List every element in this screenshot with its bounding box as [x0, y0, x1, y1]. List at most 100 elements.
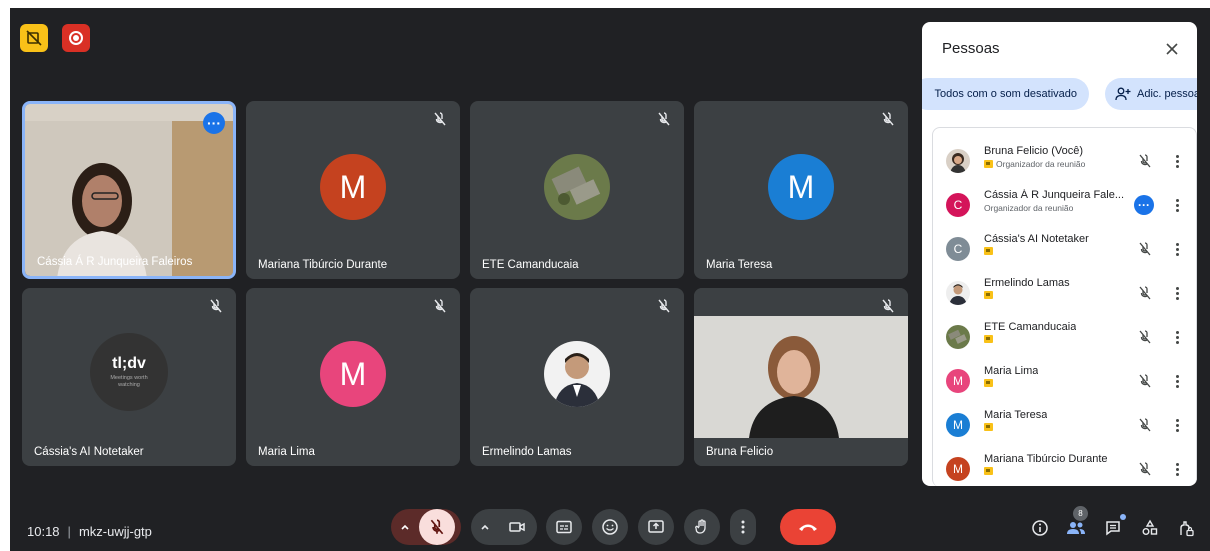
avatar — [946, 281, 970, 305]
participant-tile[interactable]: M Maria Teresa — [694, 101, 908, 279]
info-icon — [1032, 520, 1048, 536]
participant-tile[interactable]: Bruna Felicio — [694, 288, 908, 466]
avatar: C — [946, 193, 970, 217]
speaking-indicator-icon: ··· — [1134, 195, 1154, 215]
more-options-button[interactable] — [730, 509, 756, 545]
participant-role — [984, 335, 993, 343]
logo-text: tl;dv — [112, 355, 146, 372]
mic-off-icon — [1139, 242, 1151, 256]
participant-row[interactable]: M Maria Lima — [932, 361, 1187, 401]
raise-hand-icon — [695, 519, 706, 534]
mic-off-icon — [210, 299, 222, 313]
participant-row[interactable]: Ermelindo Lamas — [932, 273, 1187, 313]
mic-off-icon — [1139, 286, 1151, 300]
meeting-code: mkz-uwjj-gtp — [78, 524, 152, 539]
chat-button[interactable] — [1102, 514, 1126, 539]
host-controls-button[interactable] — [1175, 517, 1197, 539]
record-icon[interactable] — [62, 24, 90, 52]
emoji-icon — [602, 519, 618, 535]
participant-row[interactable]: ETE Camanducaia — [932, 317, 1187, 357]
add-person-icon — [1115, 87, 1131, 101]
close-panel-button[interactable] — [1161, 38, 1183, 60]
camera-button[interactable] — [499, 509, 535, 545]
participant-row[interactable]: M Mariana Tibúrcio Durante — [932, 449, 1187, 486]
participant-tile[interactable]: M Maria Lima — [246, 288, 460, 466]
activities-button[interactable] — [1139, 517, 1161, 539]
participant-row[interactable]: C Cássia's AI Notetaker — [932, 229, 1187, 269]
participant-name: Maria Teresa — [706, 259, 773, 271]
more-vert-icon[interactable] — [1174, 239, 1180, 259]
role-label: Organizador da reunião — [996, 159, 1086, 169]
host-badge-icon — [984, 423, 993, 431]
participant-tile[interactable]: ETE Camanducaia — [470, 101, 684, 279]
camera-control[interactable] — [471, 509, 537, 545]
meeting-time: 10:18 — [27, 524, 60, 539]
participant-name: ETE Camanducaia — [984, 321, 1077, 333]
add-people-label: Adic. pessoas — [1137, 88, 1197, 100]
leave-call-button[interactable] — [780, 509, 836, 545]
present-button[interactable] — [638, 509, 674, 545]
raise-hand-button[interactable] — [684, 509, 720, 545]
mute-all-button[interactable]: Todos com o som desativado — [922, 78, 1089, 110]
chevron-up-icon — [481, 524, 489, 530]
participant-name: Cássia's AI Notetaker — [984, 233, 1089, 245]
more-vert-icon[interactable] — [1174, 459, 1180, 479]
host-badge-icon — [984, 467, 993, 475]
participant-name: Cássia Á R Junqueira Fale... — [984, 189, 1124, 201]
mic-off-icon — [430, 519, 444, 535]
participant-tile[interactable]: tl;dv Meetings worth watching Cássia's A… — [22, 288, 236, 466]
mic-button[interactable] — [419, 509, 455, 545]
participant-name: Cássia's AI Notetaker — [34, 446, 144, 458]
more-vert-icon — [741, 520, 745, 534]
mic-off-icon — [882, 299, 894, 313]
activities-icon — [1142, 519, 1158, 535]
more-vert-icon[interactable] — [1174, 415, 1180, 435]
add-people-button[interactable]: Adic. pessoas — [1105, 78, 1197, 110]
people-count-badge: 8 — [1073, 506, 1088, 521]
avatar — [946, 149, 970, 173]
participant-tile[interactable]: M Mariana Tibúrcio Durante — [246, 101, 460, 279]
panel-title: Pessoas — [942, 40, 1000, 57]
host-badge-icon — [984, 160, 993, 168]
participant-name: Maria Lima — [258, 446, 315, 458]
camera-options-button[interactable] — [471, 509, 499, 545]
avatar: M — [320, 341, 386, 407]
avatar — [946, 325, 970, 349]
people-button[interactable]: 8 — [1065, 506, 1088, 539]
captions-button[interactable] — [546, 509, 582, 545]
more-vert-icon[interactable] — [1174, 371, 1180, 391]
more-options-icon[interactable]: ··· — [203, 112, 225, 134]
emoji-button[interactable] — [592, 509, 628, 545]
notification-dot — [1120, 514, 1126, 520]
mic-control[interactable] — [391, 509, 461, 545]
meeting-info: 10:18 | mkz-uwjj-gtp — [27, 524, 152, 539]
more-vert-icon[interactable] — [1174, 283, 1180, 303]
participant-video — [694, 288, 908, 466]
tldv-logo: tl;dv Meetings worth watching — [90, 333, 168, 411]
info-button[interactable] — [1029, 517, 1051, 539]
more-vert-icon[interactable] — [1174, 151, 1180, 171]
video-hidden-icon[interactable] — [20, 24, 48, 52]
meet-window: ··· Cássia Á R Junqueira Faleiros M Mari… — [10, 8, 1210, 551]
participant-name: Mariana Tibúrcio Durante — [258, 259, 388, 271]
mic-off-icon — [1139, 462, 1151, 476]
participant-role — [984, 379, 993, 387]
camera-icon — [509, 522, 525, 532]
participant-tile[interactable]: ··· Cássia Á R Junqueira Faleiros — [22, 101, 236, 279]
more-vert-icon[interactable] — [1174, 327, 1180, 347]
participant-row[interactable]: C Cássia Á R Junqueira Fale... Organizad… — [932, 185, 1187, 225]
participant-tile[interactable]: Ermelindo Lamas — [470, 288, 684, 466]
participant-name: ETE Camanducaia — [482, 259, 579, 271]
mic-off-icon — [434, 299, 446, 313]
participant-role — [984, 291, 993, 299]
participant-name: Mariana Tibúrcio Durante — [984, 453, 1108, 465]
participant-row[interactable]: M Maria Teresa — [932, 405, 1187, 445]
more-vert-icon[interactable] — [1174, 195, 1180, 215]
avatar — [544, 154, 610, 220]
chevron-up-icon — [401, 524, 409, 530]
host-badge-icon — [984, 379, 993, 387]
avatar: C — [946, 237, 970, 261]
participant-row[interactable]: Bruna Felicio (Você) Organizador da reun… — [932, 141, 1187, 181]
mic-options-button[interactable] — [391, 509, 419, 545]
close-icon — [1166, 43, 1178, 55]
